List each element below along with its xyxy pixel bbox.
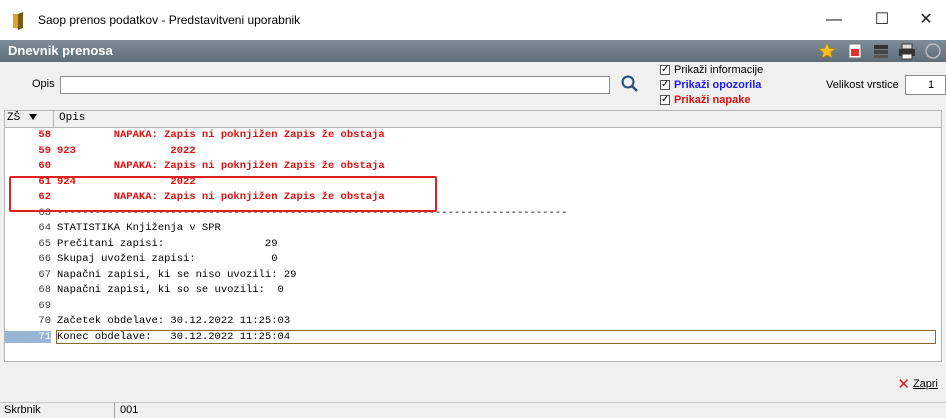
row-number: 58 — [38, 129, 51, 141]
status-bar: Skrbnik 001 — [0, 402, 946, 418]
table-row[interactable]: 59 923 2022 — [5, 145, 941, 161]
log-grid[interactable]: ZŠ Opis 58 NAPAKA: Zapis ni poknjižen Za… — [4, 110, 942, 362]
row-size-label: Velikost vrstice — [826, 79, 899, 91]
row-number: 64 — [38, 222, 51, 234]
row-text: NAPAKA: Zapis ni poknjižen Zapis že obst… — [57, 129, 385, 141]
show-info-label: Prikaži informacije — [674, 64, 764, 76]
minimize-button[interactable]: — — [814, 6, 854, 34]
app-icon — [13, 12, 23, 30]
footer-bar: ✕ Zapri — [0, 362, 946, 402]
opis-label: Opis — [32, 78, 55, 90]
row-text: Napačni zapisi, ki se niso uvozili: 29 — [57, 268, 297, 281]
row-text: Skupaj uvoženi zapisi: 0 — [57, 253, 278, 265]
show-errors-label: Prikaži napake — [674, 94, 751, 106]
row-number: 67 — [38, 268, 51, 281]
panel-title: Dnevnik prenosa — [8, 43, 113, 58]
row-text: 923 2022 — [57, 144, 196, 157]
row-number: 66 — [38, 253, 51, 265]
close-button[interactable]: ✕ Zapri — [897, 375, 938, 393]
close-button-label: Zapri — [912, 378, 938, 390]
table-row[interactable]: 67 Napačni zapisi, ki se niso uvozili: 29 — [5, 269, 941, 285]
row-number: 68 — [38, 284, 51, 296]
table-row[interactable]: 71 Konec obdelave: 30.12.2022 11:25:04 — [5, 329, 941, 346]
sort-desc-icon[interactable] — [29, 114, 37, 120]
show-info-checkbox[interactable]: ✓ Prikaži informacije — [660, 63, 763, 77]
row-number: 65 — [38, 237, 51, 250]
checkbox-check-icon: ✓ — [660, 79, 670, 90]
table-row[interactable]: 64 STATISTIKA Knjiženja v SPR — [5, 222, 941, 238]
window-title: Saop prenos podatkov - Predstavitveni up… — [38, 13, 301, 27]
grid-rows: 58 NAPAKA: Zapis ni poknjižen Zapis že o… — [5, 129, 941, 346]
row-number: 71 — [5, 330, 51, 343]
print-icon[interactable] — [898, 42, 916, 60]
filter-panel: Opis ✓ Prikaži informacije ✓ Prikaži opo… — [0, 62, 946, 110]
row-text: NAPAKA: Zapis ni poknjižen Zapis že obst… — [57, 160, 385, 172]
table-row[interactable]: 60 NAPAKA: Zapis ni poknjižen Zapis že o… — [5, 160, 941, 176]
grid-header: ZŠ Opis — [5, 111, 941, 128]
show-warnings-label: Prikaži opozorila — [674, 79, 762, 91]
table-row[interactable]: 65 Prečitani zapisi: 29 — [5, 238, 941, 254]
checkbox-check-icon: ✓ — [660, 64, 670, 75]
highlight-annotation — [9, 176, 437, 212]
status-code: 001 — [120, 404, 139, 416]
panel-header: Dnevnik prenosa — [0, 40, 946, 62]
stack-export-icon[interactable] — [872, 42, 890, 60]
table-row[interactable]: 70 Začetek obdelave: 30.12.2022 11:25:03 — [5, 315, 941, 331]
favorite-star-icon[interactable] — [818, 42, 836, 60]
row-size-stepper[interactable]: 1 — [905, 75, 946, 95]
opis-search-input[interactable] — [60, 76, 610, 94]
row-number: 70 — [38, 315, 51, 327]
checkbox-check-icon: ✓ — [660, 94, 670, 105]
table-row[interactable]: 66 Skupaj uvoženi zapisi: 0 — [5, 253, 941, 269]
table-row[interactable]: 68 Napačni zapisi, ki so se uvozili: 0 — [5, 284, 941, 300]
row-number: 69 — [38, 299, 51, 312]
close-window-button[interactable]: ✕ — [906, 6, 946, 34]
row-number: 59 — [38, 144, 51, 157]
column-divider[interactable] — [53, 111, 54, 127]
column-header-zs[interactable]: ZŠ — [7, 112, 20, 124]
column-header-opis[interactable]: Opis — [59, 112, 85, 124]
close-x-icon: ✕ — [897, 376, 910, 393]
row-text: Prečitani zapisi: 29 — [57, 237, 278, 250]
search-icon[interactable] — [620, 74, 640, 94]
show-errors-checkbox[interactable]: ✓ Prikaži napake — [660, 93, 750, 107]
pdf-export-icon[interactable] — [846, 42, 864, 60]
maximize-button[interactable]: ☐ — [862, 6, 902, 34]
row-text: Začetek obdelave: 30.12.2022 11:25:03 — [57, 315, 291, 327]
table-row[interactable]: 58 NAPAKA: Zapis ni poknjižen Zapis že o… — [5, 129, 941, 145]
status-user: Skrbnik — [4, 404, 41, 416]
table-row[interactable]: 69 — [5, 300, 941, 316]
row-text: STATISTIKA Knjiženja v SPR — [57, 222, 221, 234]
row-text: Napačni zapisi, ki so se uvozili: 0 — [57, 284, 284, 296]
row-number: 60 — [38, 160, 51, 172]
show-warnings-checkbox[interactable]: ✓ Prikaži opozorila — [660, 78, 761, 92]
title-bar: Saop prenos podatkov - Predstavitveni up… — [0, 0, 946, 40]
status-divider — [114, 403, 115, 418]
help-icon[interactable] — [924, 42, 942, 60]
row-text: Konec obdelave: 30.12.2022 11:25:04 — [56, 329, 936, 344]
